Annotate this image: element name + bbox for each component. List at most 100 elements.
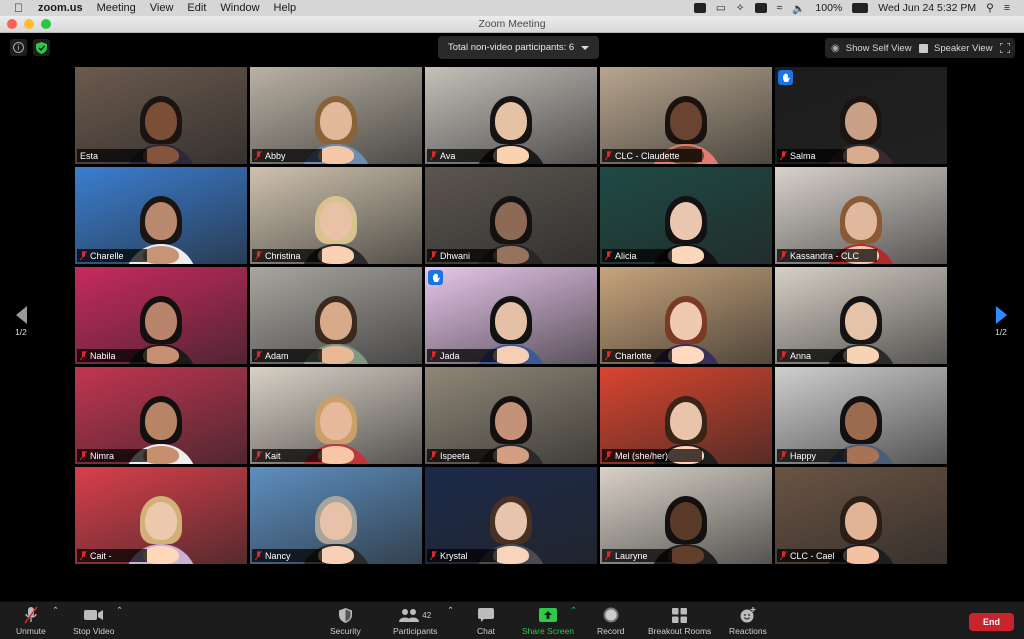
participant-nameplate: CLC - Claudette — [602, 149, 702, 162]
participant-nameplate: Adam — [252, 349, 322, 362]
participant-video-tile[interactable]: Esta — [75, 67, 247, 164]
breakout-rooms-button[interactable]: Breakout Rooms — [648, 606, 711, 636]
chat-button[interactable]: Chat — [477, 606, 495, 636]
participant-video-tile[interactable]: Salma — [775, 67, 947, 164]
participant-name: CLC - Claudette — [615, 150, 680, 161]
end-meeting-button[interactable]: End — [969, 613, 1014, 631]
spotlight-search-icon[interactable]: ⚲ — [986, 2, 994, 14]
participant-name: Charelle — [90, 250, 124, 261]
security-button[interactable]: Security — [330, 606, 361, 636]
participants-chevron-up-icon[interactable]: ⌃ — [447, 605, 454, 616]
participants-label: Participants — [393, 626, 438, 636]
participant-name: Mel (she/her) — [615, 450, 669, 461]
participant-video-tile[interactable]: Alicia — [600, 167, 772, 264]
participant-video-tile[interactable]: Lauryne — [600, 467, 772, 564]
volume-icon[interactable]: 🔈 — [792, 2, 805, 15]
menu-window[interactable]: Window — [220, 2, 259, 14]
participant-nameplate: Nimra — [77, 449, 147, 462]
participant-nameplate: Kait — [252, 449, 322, 462]
keyboard-icon[interactable] — [754, 3, 767, 13]
participant-video-tile[interactable]: Anna — [775, 267, 947, 364]
participant-video-tile[interactable]: Nancy — [250, 467, 422, 564]
participant-nameplate: Mel (she/her) — [602, 449, 702, 462]
menu-meeting[interactable]: Meeting — [97, 2, 136, 14]
macos-menu-bar:  zoom.us Meeting View Edit Window Help … — [0, 0, 1024, 16]
microphone-muted-icon — [780, 451, 787, 460]
speaker-view-label: Speaker View — [934, 42, 993, 54]
participant-video-tile[interactable]: Charelle — [75, 167, 247, 264]
participant-video-tile[interactable]: Jada — [425, 267, 597, 364]
menu-help[interactable]: Help — [274, 2, 297, 14]
participant-video-tile[interactable]: CLC - Claudette — [600, 67, 772, 164]
microphone-muted-icon — [430, 251, 437, 260]
clock[interactable]: Wed Jun 24 5:32 PM — [878, 2, 976, 14]
participant-video-tile[interactable]: Krystal — [425, 467, 597, 564]
non-video-participants-dropdown[interactable]: Total non-video participants: 6 — [438, 36, 600, 59]
apple-menu-icon[interactable]:  — [14, 1, 28, 15]
participants-button[interactable]: 42 Participants — [393, 606, 437, 636]
speaker-view-button[interactable]: Speaker View — [913, 38, 999, 58]
chat-bubble-icon — [477, 607, 494, 622]
shield-check-icon — [36, 41, 47, 54]
meeting-info-button[interactable]: i — [10, 39, 27, 56]
participant-nameplate: Ispeeta — [427, 449, 497, 462]
non-video-participants-label: Total non-video participants: 6 — [448, 42, 575, 53]
participant-name: Nancy — [265, 550, 291, 561]
participant-video-tile[interactable]: Kait — [250, 367, 422, 464]
participant-name: Anna — [790, 350, 812, 361]
share-screen-label: Share Screen — [522, 626, 574, 636]
previous-page-button[interactable]: 1/2 — [9, 306, 33, 337]
participant-video-tile[interactable]: CLC - Cael — [775, 467, 947, 564]
control-center-icon[interactable]: ≡ — [1004, 2, 1010, 14]
video-options-chevron-up-icon[interactable]: ⌃ — [116, 605, 123, 616]
participant-name: Jada — [440, 350, 460, 361]
participant-name: Kait — [265, 450, 281, 461]
wifi-icon[interactable]: ≈ — [777, 2, 783, 14]
reactions-button[interactable]: Reactions — [729, 606, 767, 636]
participant-video-tile[interactable]: Ispeeta — [425, 367, 597, 464]
window-title-bar: Zoom Meeting — [0, 16, 1024, 33]
participant-name: Abby — [265, 150, 286, 161]
audio-options-chevron-up-icon[interactable]: ⌃ — [52, 605, 59, 616]
participant-video-tile[interactable]: Dhwani — [425, 167, 597, 264]
microphone-muted-icon — [80, 351, 87, 360]
menu-edit[interactable]: Edit — [187, 2, 206, 14]
participant-video-tile[interactable]: Charlotte — [600, 267, 772, 364]
extension-icon[interactable]: ✧ — [736, 2, 745, 14]
security-label: Security — [330, 626, 361, 636]
share-screen-button[interactable]: Share Screen — [522, 606, 574, 636]
participant-name: Ava — [440, 150, 456, 161]
arrow-left-icon — [15, 306, 27, 324]
encryption-shield-button[interactable] — [33, 39, 50, 56]
participant-video-tile[interactable]: Nimra — [75, 367, 247, 464]
stop-video-button[interactable]: Stop Video — [73, 606, 114, 636]
chat-label: Chat — [477, 626, 495, 636]
participant-name: Charlotte — [615, 350, 652, 361]
share-options-chevron-up-icon[interactable]: ⌃ — [570, 605, 577, 616]
participant-video-tile[interactable]: Christina — [250, 167, 422, 264]
participant-nameplate: Cait - — [77, 549, 147, 562]
airplay-icon[interactable]: ▭ — [716, 2, 726, 14]
microphone-muted-icon — [255, 451, 262, 460]
participant-video-tile[interactable]: Adam — [250, 267, 422, 364]
microphone-muted-icon — [80, 451, 87, 460]
menu-view[interactable]: View — [150, 2, 174, 14]
unmute-button[interactable]: Unmute — [16, 606, 46, 636]
zoom-status-icon[interactable] — [693, 3, 706, 13]
participant-video-tile[interactable]: Mel (she/her) — [600, 367, 772, 464]
participant-name: Alicia — [615, 250, 637, 261]
participant-video-tile[interactable]: Abby — [250, 67, 422, 164]
menu-app-name[interactable]: zoom.us — [38, 2, 83, 14]
participant-video-tile[interactable]: Happy — [775, 367, 947, 464]
participant-video-tile[interactable]: Ava — [425, 67, 597, 164]
participant-video-tile[interactable]: Nabila — [75, 267, 247, 364]
record-button[interactable]: Record — [597, 606, 624, 636]
participant-nameplate: Alicia — [602, 249, 672, 262]
next-page-button[interactable]: 1/2 — [989, 306, 1013, 337]
participant-video-tile[interactable]: Cait - — [75, 467, 247, 564]
participant-name: Nabila — [90, 350, 116, 361]
participant-video-tile[interactable]: Kassandra - CLC — [775, 167, 947, 264]
fullscreen-button[interactable] — [995, 38, 1015, 58]
show-self-view-button[interactable]: ◉ Show Self View — [825, 38, 918, 58]
battery-icon[interactable] — [852, 3, 869, 13]
